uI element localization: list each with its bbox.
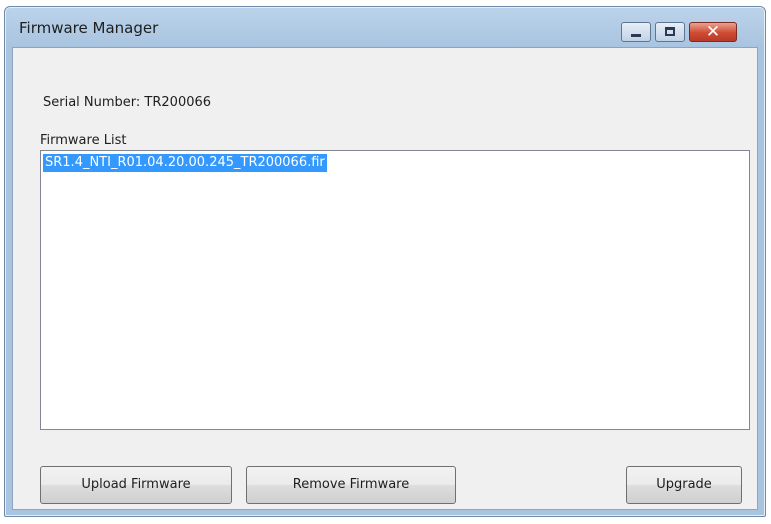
upload-firmware-button[interactable]: Upload Firmware bbox=[40, 466, 232, 504]
close-icon: ✕ bbox=[705, 22, 721, 42]
window-title: Firmware Manager bbox=[19, 19, 159, 37]
firmware-listbox[interactable]: SR1.4_NTI_R01.04.20.00.245_TR200066.fir bbox=[40, 150, 750, 430]
remove-firmware-button[interactable]: Remove Firmware bbox=[246, 466, 456, 504]
maximize-icon bbox=[665, 27, 675, 36]
title-bar[interactable]: Firmware Manager ✕ bbox=[5, 7, 765, 43]
firmware-manager-window: Firmware Manager ✕ Serial Number: TR2000… bbox=[4, 6, 766, 517]
minimize-icon bbox=[631, 34, 641, 37]
firmware-list-label: Firmware List bbox=[40, 133, 127, 148]
screen: Firmware Manager ✕ Serial Number: TR2000… bbox=[0, 0, 771, 524]
maximize-button[interactable] bbox=[655, 22, 685, 42]
client-area: Serial Number: TR200066 Firmware List SR… bbox=[12, 47, 758, 510]
minimize-button[interactable] bbox=[621, 22, 651, 42]
serial-number-label: Serial Number: TR200066 bbox=[43, 95, 212, 110]
upgrade-button[interactable]: Upgrade bbox=[626, 466, 742, 504]
close-button[interactable]: ✕ bbox=[689, 22, 737, 42]
firmware-list-item-selected[interactable]: SR1.4_NTI_R01.04.20.00.245_TR200066.fir bbox=[43, 154, 327, 172]
